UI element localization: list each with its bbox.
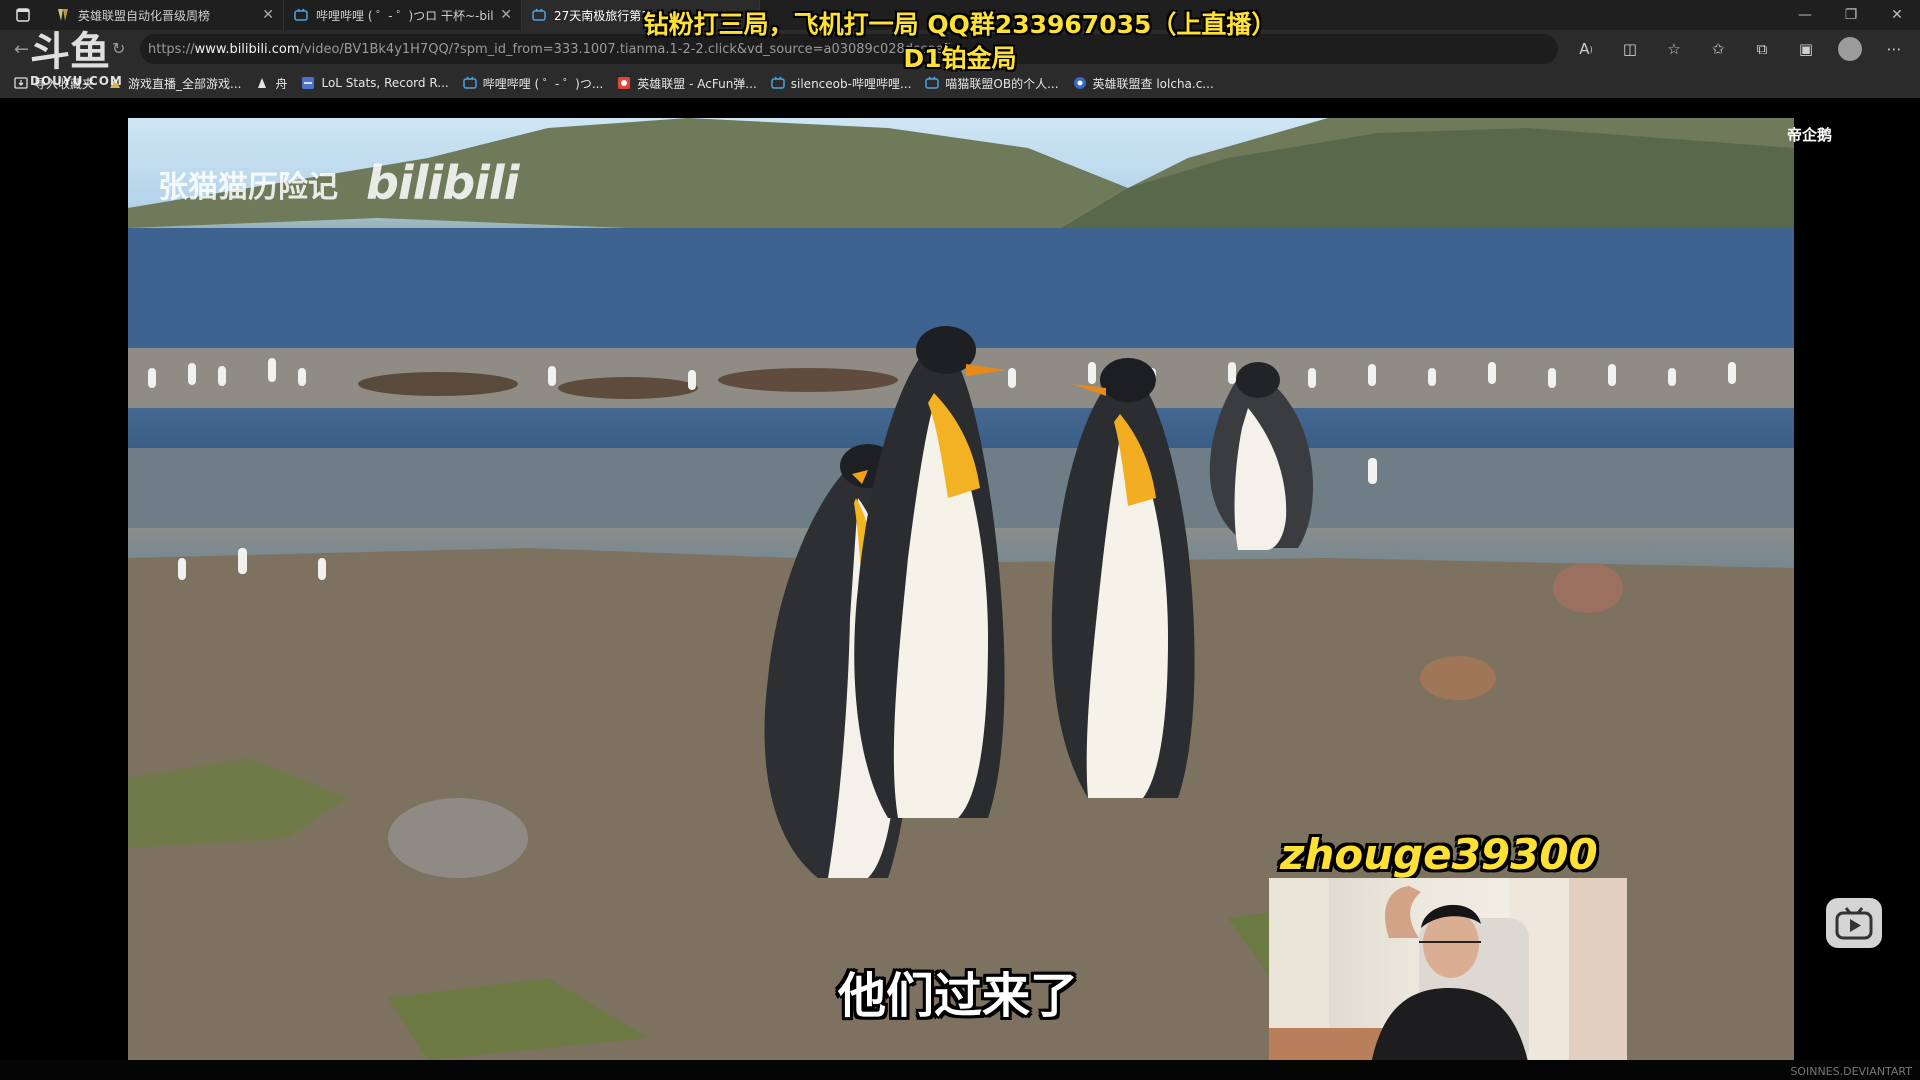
bookmark-lolcha[interactable]: 英雄联盟查 lolcha.c... xyxy=(1073,75,1214,92)
bottom-bar xyxy=(0,1060,1920,1080)
douyu-logo-text: DOUYU.COM xyxy=(30,74,123,88)
import-icon xyxy=(14,77,28,89)
bookmark-label: silenceob-哔哩哔哩... xyxy=(790,76,912,91)
bookmark-miaomao[interactable]: 喵猫联盟OB的个人... xyxy=(925,75,1059,92)
stream-title: 钻粉打三局，飞机打一局 QQ群233967035（上直播） D1铂金局 xyxy=(0,8,1920,76)
bookmark-bilibili[interactable]: 哔哩哔哩 ( ゜- ゜)つ... xyxy=(462,75,604,92)
rock xyxy=(388,798,528,878)
video-watermark-text: 张猫猫历险记 xyxy=(158,170,338,205)
stats-icon xyxy=(302,77,315,89)
bilibili-tv-icon xyxy=(925,76,940,89)
acfun-icon xyxy=(618,77,631,89)
bookmark-label: 英雄联盟 - AcFun弹... xyxy=(637,76,757,91)
bilibili-play-icon[interactable] xyxy=(1826,898,1882,948)
seal xyxy=(558,377,698,399)
bilibili-tv-icon xyxy=(462,76,477,89)
video-section-label: 帝企鹅 xyxy=(1786,126,1832,144)
video-subtitle: 他们过来了 xyxy=(838,968,1079,1024)
seal xyxy=(358,372,518,396)
bookmark-acfun[interactable]: 英雄联盟 - AcFun弹... xyxy=(617,75,757,92)
stream-title-line1: 钻粉打三局，飞机打一局 QQ群233967035（上直播） xyxy=(643,10,1277,39)
bookmark-label: 喵猫联盟OB的个人... xyxy=(945,76,1059,91)
stream-title-line2: D1铂金局 xyxy=(903,44,1017,73)
bilibili-tv-icon xyxy=(771,76,785,89)
rock xyxy=(1420,656,1496,700)
bookmark-boat[interactable]: 舟 xyxy=(255,75,287,92)
bookmark-label: LoL Stats, Record R... xyxy=(321,76,449,90)
rock xyxy=(1553,563,1623,613)
bookmark-lol-stats[interactable]: LoL Stats, Record R... xyxy=(301,76,449,90)
streamer-name: zhouge39300 xyxy=(1280,830,1598,879)
bookmark-label: 英雄联盟查 lolcha.c... xyxy=(1092,76,1214,91)
tv-play-icon xyxy=(1835,907,1873,940)
boat-icon xyxy=(258,78,267,88)
bookmark-label: 哔哩哔哩 ( ゜- ゜)つ... xyxy=(482,76,604,91)
webcam-scene xyxy=(1269,878,1627,1076)
bookmark-silenceob[interactable]: silenceob-哔哩哔哩... xyxy=(771,75,912,92)
lolcha-icon xyxy=(1073,77,1086,89)
corner-watermark: SOINNES.DEVIANTART xyxy=(1790,1065,1912,1078)
seal xyxy=(718,368,898,392)
bookmark-label: 舟 xyxy=(275,76,288,91)
bookmark-label: 游戏直播_全部游戏... xyxy=(128,76,242,91)
king-penguin xyxy=(1051,358,1195,798)
bilibili-watermark-logo: bilibili xyxy=(366,156,519,210)
streamer-webcam xyxy=(1269,878,1627,1076)
